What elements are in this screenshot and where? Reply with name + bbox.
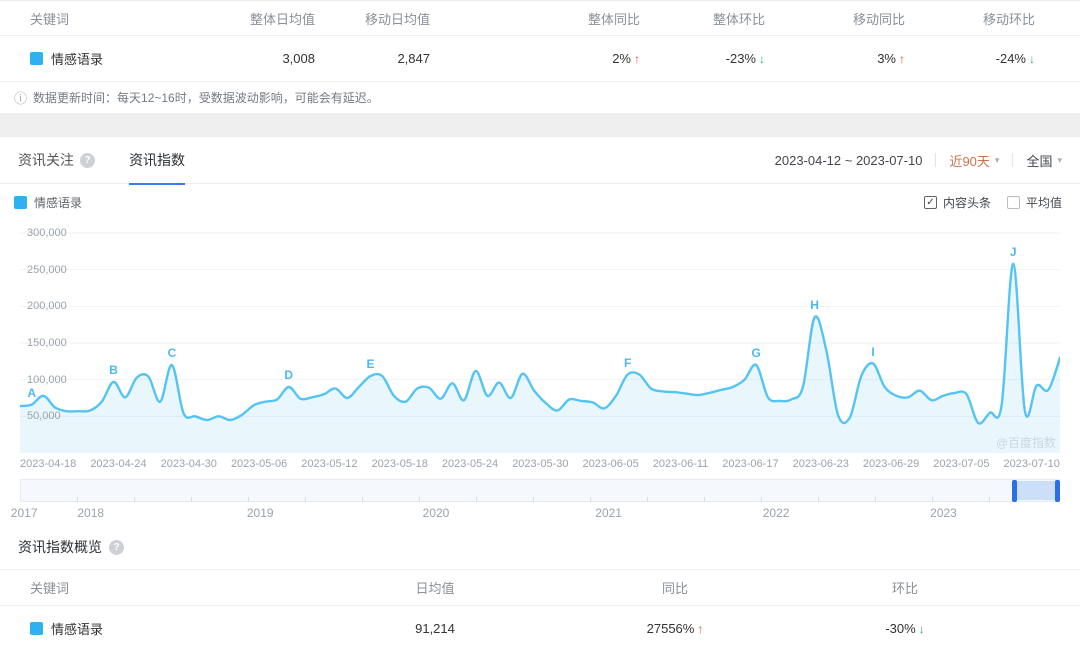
info-icon: ⓘ — [14, 88, 27, 107]
col-header-yoy: 同比 — [600, 578, 750, 597]
timeline-brush: 2017201820192020202120222023 — [20, 479, 1060, 524]
col-header-daily-avg: 日均值 — [270, 578, 600, 597]
timeline-selection[interactable] — [1016, 481, 1056, 500]
daily-avg-value: 91,214 — [270, 621, 600, 636]
chevron-down-icon: ▾ — [995, 155, 1000, 166]
overall-daily-value: 3,008 — [180, 51, 315, 66]
timeline-years: 2017201820192020202120222023 — [20, 504, 1060, 524]
tab-news-index[interactable]: 资讯指数 — [129, 137, 185, 184]
x-axis-tick-label: 2023-06-23 — [793, 458, 849, 470]
date-range-label: 2023-04-12 ~ 2023-07-10 — [775, 153, 923, 168]
col-header-keyword: 关键词 — [30, 9, 180, 28]
x-axis-tick-label: 2023-05-18 — [372, 458, 428, 470]
mobile-yoy-value: 3%↑ — [765, 51, 905, 66]
col-header-overall-mom: 整体环比 — [640, 9, 765, 28]
year-label-2019: 2019 — [247, 506, 274, 520]
series-legend: 情感语录 — [14, 194, 82, 211]
section-divider — [0, 113, 1080, 137]
year-label-2023: 2023 — [930, 506, 957, 520]
year-label-2017: 2017 — [11, 506, 38, 520]
keyword-cell[interactable]: 情感语录 — [30, 49, 180, 68]
col-header-overall-yoy: 整体同比 — [430, 9, 640, 28]
checkbox-average[interactable]: 平均值 — [1007, 194, 1062, 211]
up-arrow-icon: ↑ — [697, 622, 703, 636]
yoy-value: 27556%↑ — [600, 621, 750, 636]
checkbox-unchecked-icon[interactable] — [1007, 196, 1020, 209]
col-header-overall-daily: 整体日均值 — [180, 9, 315, 28]
year-label-2018: 2018 — [77, 506, 104, 520]
index-overview-section: 资讯指数概览 ? 关键词 日均值 同比 环比 情感语录 91,214 27556… — [0, 537, 1080, 651]
x-axis-tick-label: 2023-06-17 — [722, 458, 778, 470]
chevron-down-icon: ▾ — [1057, 155, 1062, 166]
keyword-summary-card: 关键词 整体日均值 移动日均值 整体同比 整体环比 移动同比 移动环比 情感语录… — [0, 0, 1080, 113]
x-axis-tick-label: 2023-05-30 — [512, 458, 568, 470]
col-header-keyword: 关键词 — [0, 578, 270, 597]
overview-title: 资讯指数概览 ? — [0, 537, 1080, 557]
legend-row: 情感语录 ✓ 内容头条 平均值 — [0, 184, 1080, 221]
mom-value: -30%↓ — [750, 621, 1060, 636]
note-text: 数据更新时间：每天12~16时，受数据波动影响，可能会有延迟。 — [33, 89, 379, 106]
chart-toolbar: 2023-04-12 ~ 2023-07-10 近90天 ▾ 全国 ▾ — [775, 151, 1062, 170]
overall-mom-value: -23%↓ — [640, 51, 765, 66]
x-axis-tick-label: 2023-05-24 — [442, 458, 498, 470]
x-axis-tick-label: 2023-04-30 — [161, 458, 217, 470]
keyword-label: 情感语录 — [51, 619, 103, 638]
checkbox-content-headline[interactable]: ✓ 内容头条 — [924, 194, 991, 211]
down-arrow-icon: ↓ — [1029, 52, 1035, 66]
timeline-handle-right[interactable] — [1055, 480, 1060, 502]
down-arrow-icon: ↓ — [919, 622, 925, 636]
series-area-fill — [20, 264, 1060, 453]
x-axis-tick-label: 2023-04-18 — [20, 458, 76, 470]
x-axis-tick-label: 2023-05-06 — [231, 458, 287, 470]
checkbox-checked-icon[interactable]: ✓ — [924, 196, 937, 209]
data-update-note: ⓘ 数据更新时间：每天12~16时，受数据波动影响，可能会有延迟。 — [0, 82, 1080, 113]
timeline-ticks — [21, 497, 1059, 501]
keyword-label: 情感语录 — [51, 49, 103, 68]
col-header-mobile-daily: 移动日均值 — [315, 9, 430, 28]
watermark: @百度指数 — [996, 434, 1056, 451]
legend-color-swatch — [14, 196, 27, 209]
table-row: 情感语录 91,214 27556%↑ -30%↓ — [0, 606, 1080, 651]
x-axis-tick-label: 2023-04-24 — [90, 458, 146, 470]
x-axis-tick-label: 2023-07-10 — [1004, 458, 1060, 470]
help-icon[interactable]: ? — [109, 540, 124, 555]
mobile-daily-value: 2,847 — [315, 51, 430, 66]
region-select[interactable]: 全国 ▾ — [1026, 151, 1062, 170]
col-header-mom: 环比 — [750, 578, 1060, 597]
year-label-2021: 2021 — [595, 506, 622, 520]
tabs-row: 资讯关注 ? 资讯指数 2023-04-12 ~ 2023-07-10 近90天… — [0, 137, 1080, 184]
keyword-color-swatch — [30, 52, 43, 65]
col-header-mobile-mom: 移动环比 — [905, 9, 1035, 28]
x-axis-tick-label: 2023-07-05 — [933, 458, 989, 470]
overview-table-header: 关键词 日均值 同比 环比 — [0, 569, 1080, 606]
timeline-handle-left[interactable] — [1012, 480, 1017, 502]
keyword-color-swatch — [30, 622, 43, 635]
mobile-mom-value: -24%↓ — [905, 51, 1035, 66]
period-select[interactable]: 近90天 ▾ — [949, 151, 999, 170]
tab-news-attention[interactable]: 资讯关注 ? — [18, 137, 95, 184]
summary-table-header: 关键词 整体日均值 移动日均值 整体同比 整体环比 移动同比 移动环比 — [0, 1, 1080, 36]
x-axis-tick-label: 2023-06-11 — [653, 458, 708, 470]
year-label-2020: 2020 — [423, 506, 450, 520]
table-row: 情感语录 3,008 2,847 2%↑ -23%↓ 3%↑ -24%↓ — [0, 36, 1080, 82]
baidu-index-page: 关键词 整体日均值 移动日均值 整体同比 整体环比 移动同比 移动环比 情感语录… — [0, 0, 1080, 657]
overall-yoy-value: 2%↑ — [430, 51, 640, 66]
x-axis-tick-label: 2023-06-05 — [583, 458, 639, 470]
news-index-card: 资讯关注 ? 资讯指数 2023-04-12 ~ 2023-07-10 近90天… — [0, 137, 1080, 651]
x-axis-tick-label: 2023-05-12 — [301, 458, 357, 470]
trend-chart[interactable]: 50,000100,000150,000200,000250,000300,00… — [20, 221, 1060, 453]
help-icon[interactable]: ? — [80, 153, 95, 168]
year-label-2022: 2022 — [763, 506, 790, 520]
x-axis-labels: 2023-04-18 2023-04-24 2023-04-30 2023-05-06… — [20, 458, 1060, 470]
trend-plot — [20, 221, 1060, 453]
display-options: ✓ 内容头条 平均值 — [924, 194, 1062, 211]
timeline-track[interactable] — [20, 479, 1060, 502]
toolbar-divider — [1012, 153, 1013, 167]
x-axis-tick-label: 2023-06-29 — [863, 458, 919, 470]
toolbar-divider — [935, 153, 936, 167]
legend-label: 情感语录 — [34, 194, 82, 211]
col-header-mobile-yoy: 移动同比 — [765, 9, 905, 28]
keyword-cell[interactable]: 情感语录 — [0, 619, 270, 638]
